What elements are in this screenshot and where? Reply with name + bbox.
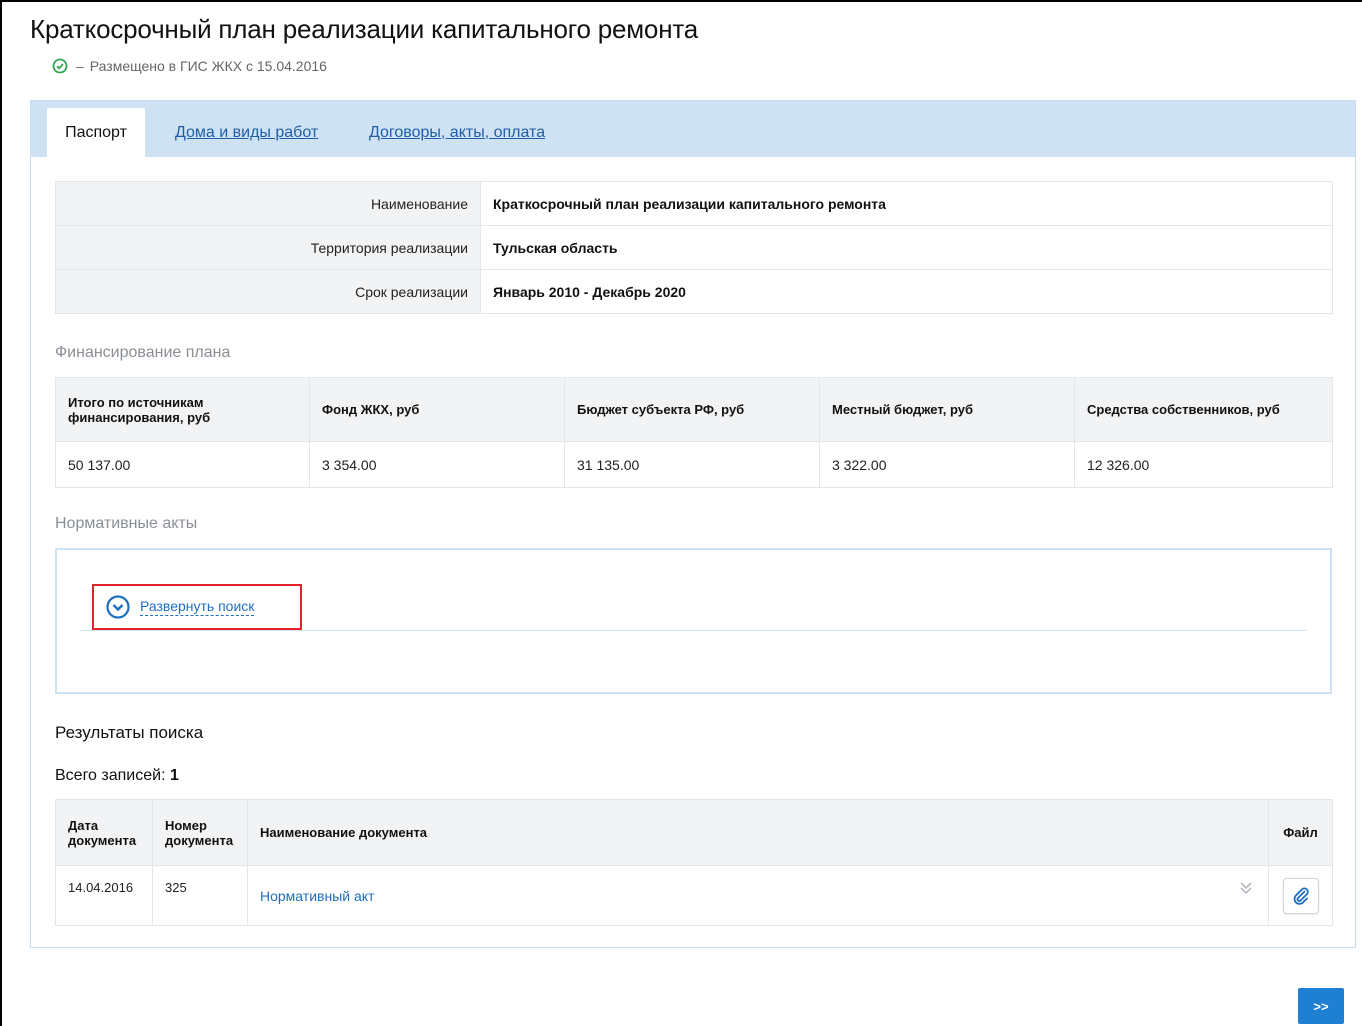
search-panel: Развернуть поиск	[55, 548, 1332, 694]
total-label: Всего записей:	[55, 767, 166, 784]
content-panel: Паспорт Дома и виды работ Договоры, акты…	[30, 100, 1356, 948]
frame-left-border	[0, 0, 2, 1026]
table-cell: 31 135.00	[564, 441, 820, 488]
column-header-file: Файл	[1268, 799, 1333, 866]
table-cell: 3 354.00	[309, 441, 565, 488]
double-chevron-down-icon[interactable]	[1238, 880, 1254, 896]
table-cell: 3 322.00	[819, 441, 1075, 488]
expand-search-label: Развернуть поиск	[140, 598, 255, 616]
status-dash: –	[76, 58, 84, 74]
table-header-row: Итого по источникам финансирования, руб …	[55, 377, 1333, 442]
tab-houses-works[interactable]: Дома и виды работ	[175, 108, 318, 157]
table-cell: 50 137.00	[55, 441, 310, 488]
table-row: 14.04.2016 325 Нормативный акт	[55, 865, 1333, 926]
info-label: Территория реализации	[55, 225, 481, 270]
column-header: Бюджет субъекта РФ, руб	[564, 377, 820, 442]
tab-bar: Паспорт Дома и виды работ Договоры, акты…	[31, 101, 1355, 157]
chevron-down-circle-icon	[106, 595, 130, 619]
info-value: Краткосрочный план реализации капитально…	[480, 181, 1333, 226]
info-value: Тульская область	[480, 225, 1333, 270]
doc-name-cell: Нормативный акт	[247, 865, 1269, 926]
table-row: Территория реализации Тульская область	[55, 225, 1333, 270]
tab-passport[interactable]: Паспорт	[47, 108, 145, 157]
table-row: Наименование Краткосрочный план реализац…	[55, 181, 1333, 226]
total-records: Всего записей: 1	[55, 767, 179, 785]
column-header-name: Наименование документа	[247, 799, 1269, 866]
financing-section-title: Финансирование плана	[55, 344, 231, 361]
attachment-button[interactable]	[1282, 877, 1319, 914]
total-count: 1	[169, 767, 179, 784]
table-cell: 12 326.00	[1074, 441, 1333, 488]
passport-table: Наименование Краткосрочный план реализац…	[55, 181, 1333, 314]
financing-table: Итого по источникам финансирования, руб …	[55, 377, 1333, 488]
column-header: Средства собственников, руб	[1074, 377, 1333, 442]
paperclip-icon	[1293, 886, 1309, 905]
column-header: Фонд ЖКХ, руб	[309, 377, 565, 442]
frame-top-border	[0, 0, 1362, 2]
results-title: Результаты поиска	[55, 723, 204, 742]
next-page-button[interactable]: >>	[1298, 988, 1344, 1024]
documents-table: Дата документа Номер документа Наименова…	[55, 799, 1333, 926]
info-label: Наименование	[55, 181, 481, 226]
table-row: Срок реализации Январь 2010 - Декабрь 20…	[55, 269, 1333, 314]
column-header-date: Дата документа	[55, 799, 153, 866]
doc-file-cell	[1268, 865, 1333, 926]
table-header-row: Дата документа Номер документа Наименова…	[55, 799, 1333, 866]
column-header: Итого по источникам финансирования, руб	[55, 377, 310, 442]
check-circle-icon	[52, 58, 68, 74]
expand-search-button[interactable]: Развернуть поиск	[92, 584, 302, 630]
status-text: Размещено в ГИС ЖКХ с 15.04.2016	[89, 58, 327, 74]
info-value: Январь 2010 - Декабрь 2020	[480, 269, 1333, 314]
table-row: 50 137.00 3 354.00 31 135.00 3 322.00 12…	[55, 441, 1333, 488]
tab-contracts[interactable]: Договоры, акты, оплата	[369, 108, 545, 157]
doc-date: 14.04.2016	[55, 865, 153, 926]
acts-section-title: Нормативные акты	[55, 515, 198, 532]
doc-name-link[interactable]: Нормативный акт	[260, 888, 374, 904]
status-line: – Размещено в ГИС ЖКХ с 15.04.2016	[52, 58, 327, 74]
column-header: Местный бюджет, руб	[819, 377, 1075, 442]
divider	[81, 630, 1307, 631]
doc-number: 325	[152, 865, 248, 926]
column-header-number: Номер документа	[152, 799, 248, 866]
page-title: Краткосрочный план реализации капитально…	[30, 14, 699, 44]
info-label: Срок реализации	[55, 269, 481, 314]
